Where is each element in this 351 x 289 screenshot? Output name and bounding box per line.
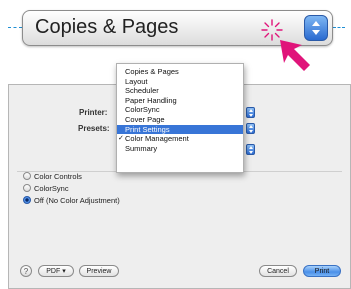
menu-item-paper-handling[interactable]: Paper Handling — [117, 96, 243, 106]
pane-popup-stepper[interactable] — [246, 144, 255, 155]
cancel-button[interactable]: Cancel — [259, 265, 297, 277]
radio-color-controls[interactable]: Color Controls — [23, 171, 82, 181]
arrow-cursor-icon — [280, 40, 310, 71]
menu-item-copies-pages[interactable]: Copies & Pages — [117, 67, 243, 77]
callout-dash-right — [333, 27, 345, 28]
radio-label: Color Controls — [34, 171, 82, 181]
radio-colorsync[interactable]: ColorSync — [23, 183, 69, 193]
pane-menu: Copies & Pages Layout Scheduler Paper Ha… — [116, 63, 244, 173]
radio-button[interactable] — [23, 184, 31, 192]
radio-label: ColorSync — [34, 183, 69, 193]
radio-button-selected[interactable] — [23, 196, 31, 204]
pane-popup-label: Copies & Pages — [35, 16, 179, 38]
preview-button[interactable]: Preview — [79, 265, 119, 277]
radio-label: Off (No Color Adjustment) — [34, 195, 120, 205]
print-button[interactable]: Print — [303, 265, 341, 277]
menu-item-colorsync[interactable]: ColorSync — [117, 105, 243, 115]
presets-popup-stepper[interactable] — [246, 123, 255, 134]
presets-label: Presets: — [78, 124, 110, 133]
radio-off-no-color-adjustment[interactable]: Off (No Color Adjustment) — [23, 195, 120, 205]
radio-button[interactable] — [23, 172, 31, 180]
callout-dash-left — [8, 27, 22, 28]
printer-popup-stepper[interactable] — [246, 107, 255, 118]
menu-item-layout[interactable]: Layout — [117, 77, 243, 87]
help-icon[interactable]: ? — [20, 265, 32, 277]
menu-item-summary[interactable]: Summary — [117, 144, 243, 154]
checkmark-icon: ✓ — [118, 135, 124, 143]
printer-label: Printer: — [79, 108, 108, 117]
pdf-button[interactable]: PDF ▾ — [38, 265, 74, 277]
menu-item-color-management[interactable]: ✓ Color Management — [117, 134, 243, 144]
menu-item-cover-page[interactable]: Cover Page — [117, 115, 243, 125]
menu-item-print-settings[interactable]: Print Settings — [117, 124, 243, 135]
menu-item-scheduler[interactable]: Scheduler — [117, 86, 243, 96]
